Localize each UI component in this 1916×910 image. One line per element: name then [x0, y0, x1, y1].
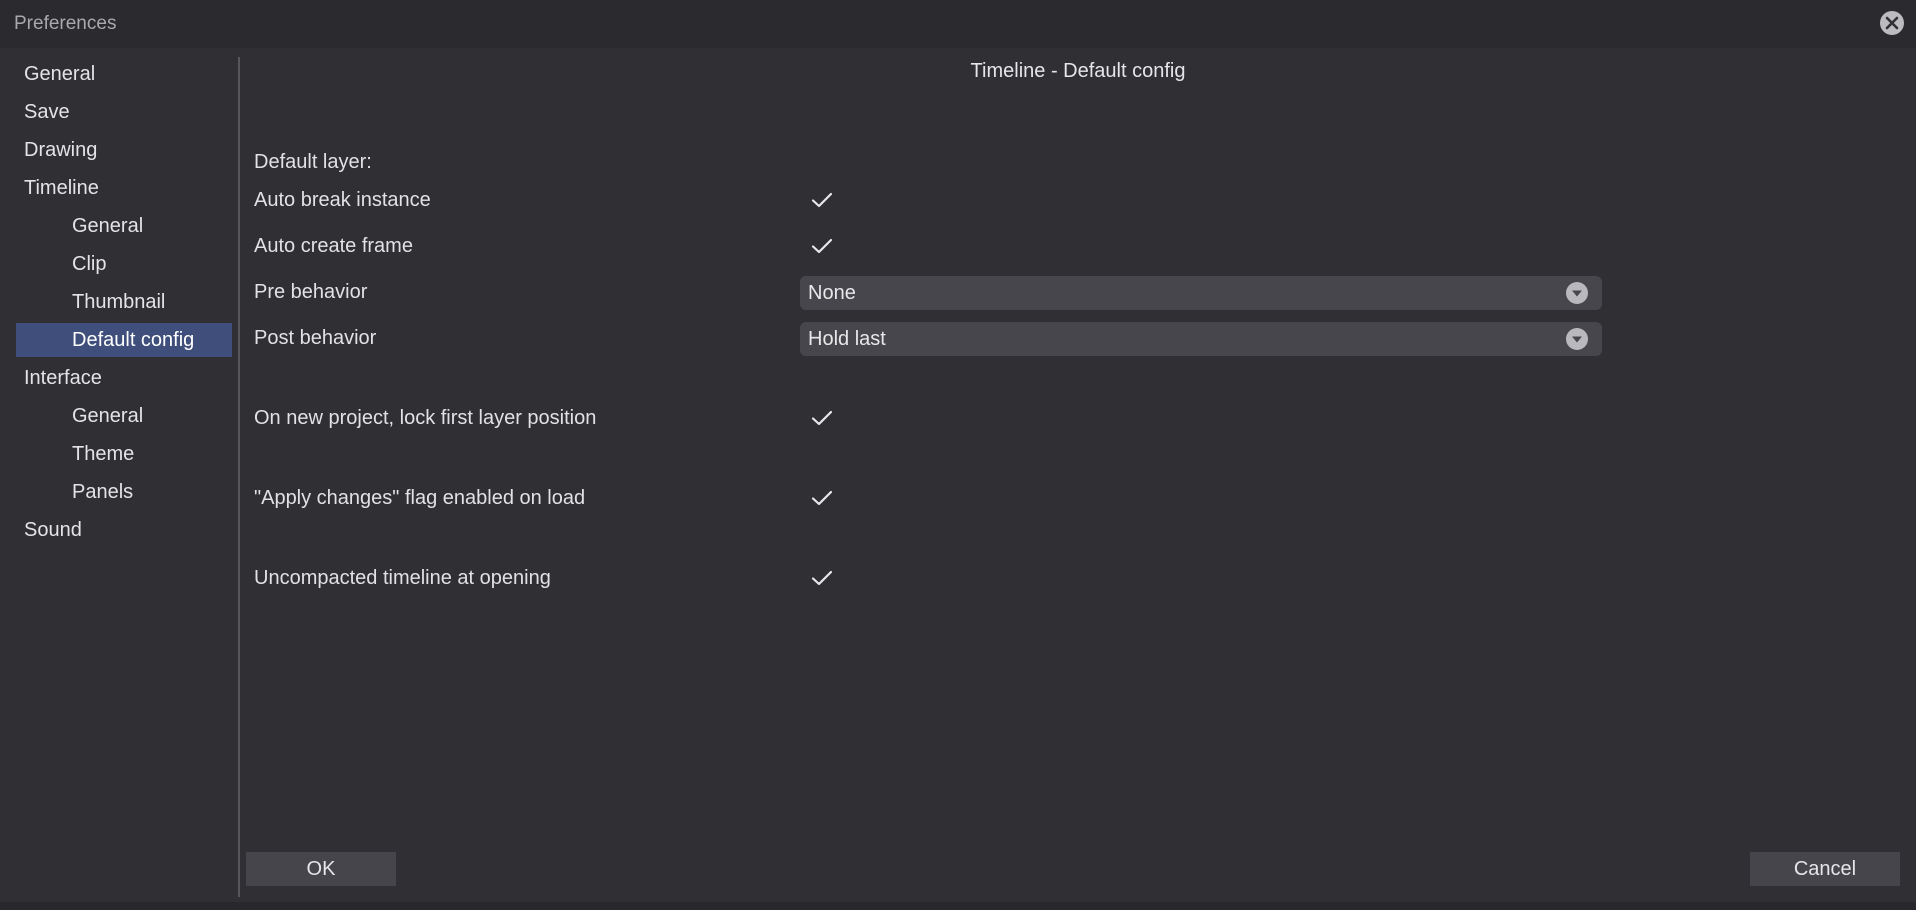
apply-changes-flag-checkbox[interactable] — [810, 486, 834, 510]
sidebar-item-drawing[interactable]: Drawing — [24, 133, 97, 167]
sidebar-item-timeline-thumbnail[interactable]: Thumbnail — [72, 285, 165, 319]
auto-create-frame-checkbox[interactable] — [810, 234, 834, 258]
apply-changes-flag-label: "Apply changes" flag enabled on load — [254, 487, 586, 509]
auto-break-instance-checkbox[interactable] — [810, 188, 834, 212]
sidebar-divider — [238, 57, 240, 897]
checkmark-icon — [811, 570, 833, 586]
sidebar-item-interface[interactable]: Interface — [24, 361, 102, 395]
sidebar-item-interface-theme[interactable]: Theme — [72, 437, 134, 471]
lock-first-layer-checkbox[interactable] — [810, 406, 834, 430]
lock-first-layer-label: On new project, lock first layer positio… — [254, 407, 597, 429]
sidebar-item-timeline-general[interactable]: General — [72, 209, 143, 243]
post-behavior-label: Post behavior — [254, 327, 377, 349]
auto-create-frame-label: Auto create frame — [254, 235, 413, 257]
sidebar-item-timeline[interactable]: Timeline — [24, 171, 99, 205]
close-button[interactable] — [1880, 11, 1904, 35]
checkmark-icon — [811, 192, 833, 208]
chevron-down-icon — [1566, 282, 1588, 304]
sidebar-item-sound[interactable]: Sound — [24, 513, 82, 547]
uncompacted-timeline-label: Uncompacted timeline at opening — [254, 567, 551, 589]
page-title: Timeline - Default config — [970, 60, 1186, 82]
post-behavior-dropdown[interactable]: Hold last — [800, 322, 1602, 356]
checkmark-icon — [811, 410, 833, 426]
sidebar-item-timeline-default-config[interactable]: Default config — [16, 323, 232, 357]
window-title: Preferences — [14, 13, 117, 34]
sidebar-item-general[interactable]: General — [24, 57, 95, 91]
auto-break-instance-label: Auto break instance — [254, 189, 431, 211]
preferences-window: Preferences General Save Drawing Timelin… — [0, 0, 1916, 910]
sidebar-item-save[interactable]: Save — [24, 95, 70, 129]
window-bottom-edge — [0, 902, 1916, 910]
pre-behavior-label: Pre behavior — [254, 281, 368, 303]
ok-button[interactable]: OK — [246, 852, 396, 886]
title-bar: Preferences — [0, 0, 1916, 48]
sidebar-item-interface-general[interactable]: General — [72, 399, 143, 433]
checkmark-icon — [811, 238, 833, 254]
sidebar-item-timeline-clip[interactable]: Clip — [72, 247, 106, 281]
cancel-button[interactable]: Cancel — [1750, 852, 1900, 886]
close-icon — [1885, 16, 1899, 30]
post-behavior-value: Hold last — [808, 328, 886, 350]
checkmark-icon — [811, 490, 833, 506]
uncompacted-timeline-checkbox[interactable] — [810, 566, 834, 590]
pre-behavior-value: None — [808, 282, 856, 304]
chevron-down-icon — [1566, 328, 1588, 350]
section-label-default-layer: Default layer: — [254, 151, 372, 173]
sidebar-item-interface-panels[interactable]: Panels — [72, 475, 133, 509]
pre-behavior-dropdown[interactable]: None — [800, 276, 1602, 310]
sidebar-nav: General Save Drawing Timeline General Cl… — [0, 57, 236, 897]
